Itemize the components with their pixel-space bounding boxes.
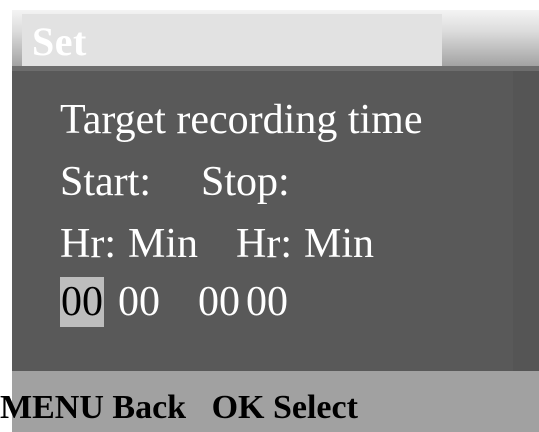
footer-hints: MENU Back OK Select bbox=[0, 386, 358, 430]
settings-panel: Target recording time Start: Stop: Hr: Min… bbox=[12, 71, 539, 371]
start-hour-field[interactable]: 00 bbox=[60, 277, 104, 327]
footer-hint-bar: MENU Back OK Select bbox=[0, 371, 539, 432]
camera-settings-screen: Set Target recording time Start: Stop: Hr… bbox=[0, 0, 539, 432]
ok-action-hint: Select bbox=[272, 389, 358, 426]
start-hr-label: Hr: bbox=[60, 221, 116, 267]
time-values-row: 00 00 00 00 bbox=[60, 277, 288, 327]
page-title: Target recording time bbox=[60, 97, 423, 143]
stop-hr-label: Hr: bbox=[236, 221, 293, 267]
start-min-label: Min bbox=[128, 221, 199, 267]
start-label: Start: bbox=[60, 159, 151, 205]
menu-action-hint: Back bbox=[112, 389, 187, 426]
start-stop-row: Start: Stop: bbox=[60, 157, 290, 207]
header-bar: Set bbox=[12, 10, 539, 71]
tab-set[interactable]: Set bbox=[22, 14, 442, 71]
start-minute-field[interactable]: 00 bbox=[118, 277, 160, 327]
menu-key-hint[interactable]: MENU bbox=[0, 389, 104, 426]
units-row: Hr: Min Hr: Min bbox=[60, 219, 374, 269]
stop-minute-field[interactable]: 00 bbox=[246, 277, 288, 327]
stop-hour-field[interactable]: 00 bbox=[198, 277, 240, 327]
ok-key-hint[interactable]: OK bbox=[212, 389, 265, 426]
panel-edge bbox=[513, 71, 539, 371]
tab-set-label: Set bbox=[32, 19, 87, 64]
stop-label: Stop: bbox=[201, 159, 290, 205]
stop-min-label: Min bbox=[304, 221, 375, 267]
